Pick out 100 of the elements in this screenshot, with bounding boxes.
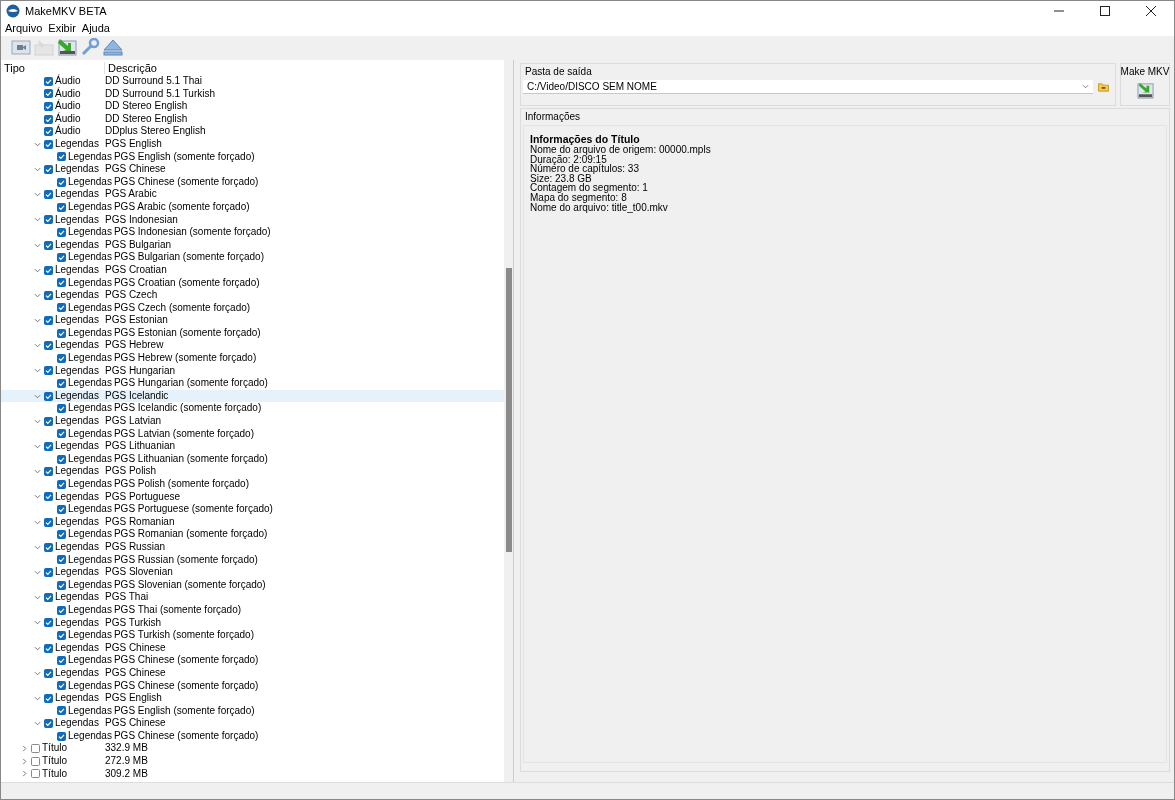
chevron-down-icon[interactable] (34, 619, 41, 627)
checkbox[interactable] (57, 454, 66, 464)
tree-row[interactable]: Legendas PGS Turkish (1, 616, 504, 630)
checkbox[interactable] (44, 102, 53, 111)
chevron-down-icon[interactable] (34, 543, 41, 551)
tree-row[interactable]: Legendas PGS Polish (1, 465, 504, 478)
chevron-down-icon[interactable] (34, 694, 41, 702)
tree-row[interactable]: Legendas PGS Hebrew (somente forçado) (1, 352, 504, 365)
tree-row[interactable]: Legendas PGS Russian (1, 540, 504, 554)
tree-row[interactable]: Legendas PGS English (somente forçado) (1, 704, 504, 718)
tree-row[interactable]: Legendas PGS Lithuanian (somente forçado) (1, 452, 504, 466)
tree-row[interactable]: Título 332.9 MB (1, 742, 504, 756)
checkbox[interactable] (57, 353, 66, 363)
tree-row[interactable]: Legendas PGS Estonian (somente forçado) (1, 326, 504, 340)
tree-row[interactable]: Legendas PGS Chinese (1, 163, 504, 176)
checkbox[interactable] (44, 139, 53, 149)
chevron-down-icon[interactable] (34, 342, 41, 350)
chevron-down-icon[interactable] (34, 720, 41, 728)
tree-row[interactable]: Título 272.9 MB (1, 755, 504, 768)
chevron-down-icon[interactable] (34, 669, 41, 677)
checkbox[interactable] (44, 366, 53, 376)
chevron-down-icon[interactable] (34, 266, 41, 274)
checkbox[interactable] (57, 202, 66, 212)
chevron-down-icon[interactable] (34, 594, 41, 602)
maximize-icon[interactable] (1100, 5, 1110, 16)
checkbox[interactable] (57, 630, 66, 640)
chevron-down-icon[interactable] (34, 317, 41, 325)
tree-row[interactable]: Legendas PGS Chinese (somente forçado) (1, 679, 504, 693)
checkbox[interactable] (44, 593, 53, 603)
tree-row[interactable]: Legendas PGS Chinese (1, 641, 504, 655)
chevron-down-icon[interactable] (34, 568, 41, 576)
chevron-down-icon[interactable] (34, 216, 41, 224)
tree-row[interactable]: Legendas PGS Thai (somente forçado) (1, 603, 504, 617)
tree-row[interactable]: Legendas PGS Lithuanian (1, 440, 504, 453)
checkbox[interactable] (44, 542, 53, 552)
tree-row[interactable]: Legendas PGS Bulgarian (somente forçado) (1, 251, 504, 264)
checkbox[interactable] (57, 177, 66, 187)
checkbox[interactable] (44, 89, 53, 99)
tree-row[interactable]: Legendas PGS Thai (1, 591, 504, 604)
tree-row[interactable]: Legendas PGS Czech (somente forçado) (1, 301, 504, 315)
tree-row[interactable]: Título 309.2 MB (1, 767, 504, 781)
checkbox[interactable] (57, 152, 66, 162)
tree-row[interactable]: Legendas PGS Russian (somente forçado) (1, 553, 504, 567)
menu-item[interactable]: Ajuda (81, 22, 110, 34)
checkbox[interactable] (57, 328, 66, 338)
column-header[interactable]: Descrição (105, 61, 157, 74)
chevron-down-icon[interactable] (34, 493, 41, 501)
tree-row[interactable]: Legendas PGS Arabic (somente forçado) (1, 200, 504, 214)
tree-row[interactable]: Legendas PGS Chinese (somente forçado) (1, 654, 504, 667)
menu-item[interactable]: Exibir (48, 22, 76, 34)
tree-row[interactable]: Áudio DDplus Stereo English (1, 125, 504, 138)
tree-row[interactable]: Legendas PGS English (somente forçado) (1, 150, 504, 164)
checkbox[interactable] (44, 618, 53, 628)
tree-row[interactable]: Legendas PGS Chinese (1, 717, 504, 730)
checkbox[interactable] (44, 240, 53, 250)
checkbox[interactable] (44, 693, 53, 703)
checkbox[interactable] (57, 227, 66, 237)
checkbox[interactable] (57, 479, 66, 489)
checkbox[interactable] (31, 756, 40, 766)
checkbox[interactable] (31, 769, 40, 779)
checkbox[interactable] (57, 404, 66, 414)
tree-row[interactable]: Legendas PGS Portuguese (1, 490, 504, 504)
tree-row[interactable]: Legendas PGS Hebrew (1, 339, 504, 353)
tree-row[interactable]: Áudio DD Stereo English (1, 100, 504, 113)
checkbox[interactable] (44, 290, 53, 300)
menu-item[interactable]: Arquivo (5, 22, 43, 34)
tree-row[interactable]: Legendas PGS Hungarian (somente forçado) (1, 377, 504, 390)
checkbox[interactable] (57, 681, 66, 691)
tree-row[interactable]: Legendas PGS Croatian (somente forçado) (1, 276, 504, 290)
video-camera-icon[interactable] (11, 38, 31, 56)
tree-row[interactable]: Legendas PGS Icelandic (somente forçado) (1, 402, 504, 416)
output-folder-combo[interactable]: C:/Video/DISCO SEM NOME (523, 80, 1093, 94)
tree-row[interactable]: Legendas PGS Croatian (1, 263, 504, 277)
tree-row[interactable]: Legendas PGS Indonesian (somente forçado) (1, 226, 504, 239)
scrollbar-thumb[interactable] (506, 268, 512, 552)
tree-row[interactable]: Legendas PGS Slovenian (1, 566, 504, 579)
chevron-down-icon[interactable] (34, 443, 41, 450)
checkbox[interactable] (44, 316, 53, 326)
tree-row[interactable]: Legendas PGS Slovenian (somente forçado) (1, 578, 504, 592)
make-mkv-icon[interactable] (1136, 82, 1154, 99)
close-icon[interactable] (1146, 5, 1156, 16)
tree-row[interactable]: Legendas PGS Icelandic (1, 389, 504, 403)
checkbox[interactable] (44, 164, 53, 174)
checkbox[interactable] (44, 215, 53, 225)
checkbox[interactable] (44, 341, 53, 351)
chevron-down-icon[interactable] (34, 417, 41, 425)
tree-row[interactable]: Legendas PGS Chinese (somente forçado) (1, 729, 504, 743)
checkbox[interactable] (57, 278, 66, 288)
scrollbar[interactable] (504, 60, 513, 782)
tree-row[interactable]: Legendas PGS Romanian (1, 515, 504, 529)
tree-row[interactable]: Legendas PGS Estonian (1, 314, 504, 327)
disc-backup-icon[interactable] (57, 38, 77, 56)
checkbox[interactable] (44, 467, 53, 477)
checkbox[interactable] (44, 114, 53, 124)
chevron-down-icon[interactable] (34, 191, 41, 199)
checkbox[interactable] (57, 555, 66, 565)
checkbox[interactable] (57, 429, 66, 439)
checkbox[interactable] (31, 744, 40, 754)
tree-row[interactable]: Legendas PGS Indonesian (1, 213, 504, 227)
checkbox[interactable] (44, 265, 53, 275)
